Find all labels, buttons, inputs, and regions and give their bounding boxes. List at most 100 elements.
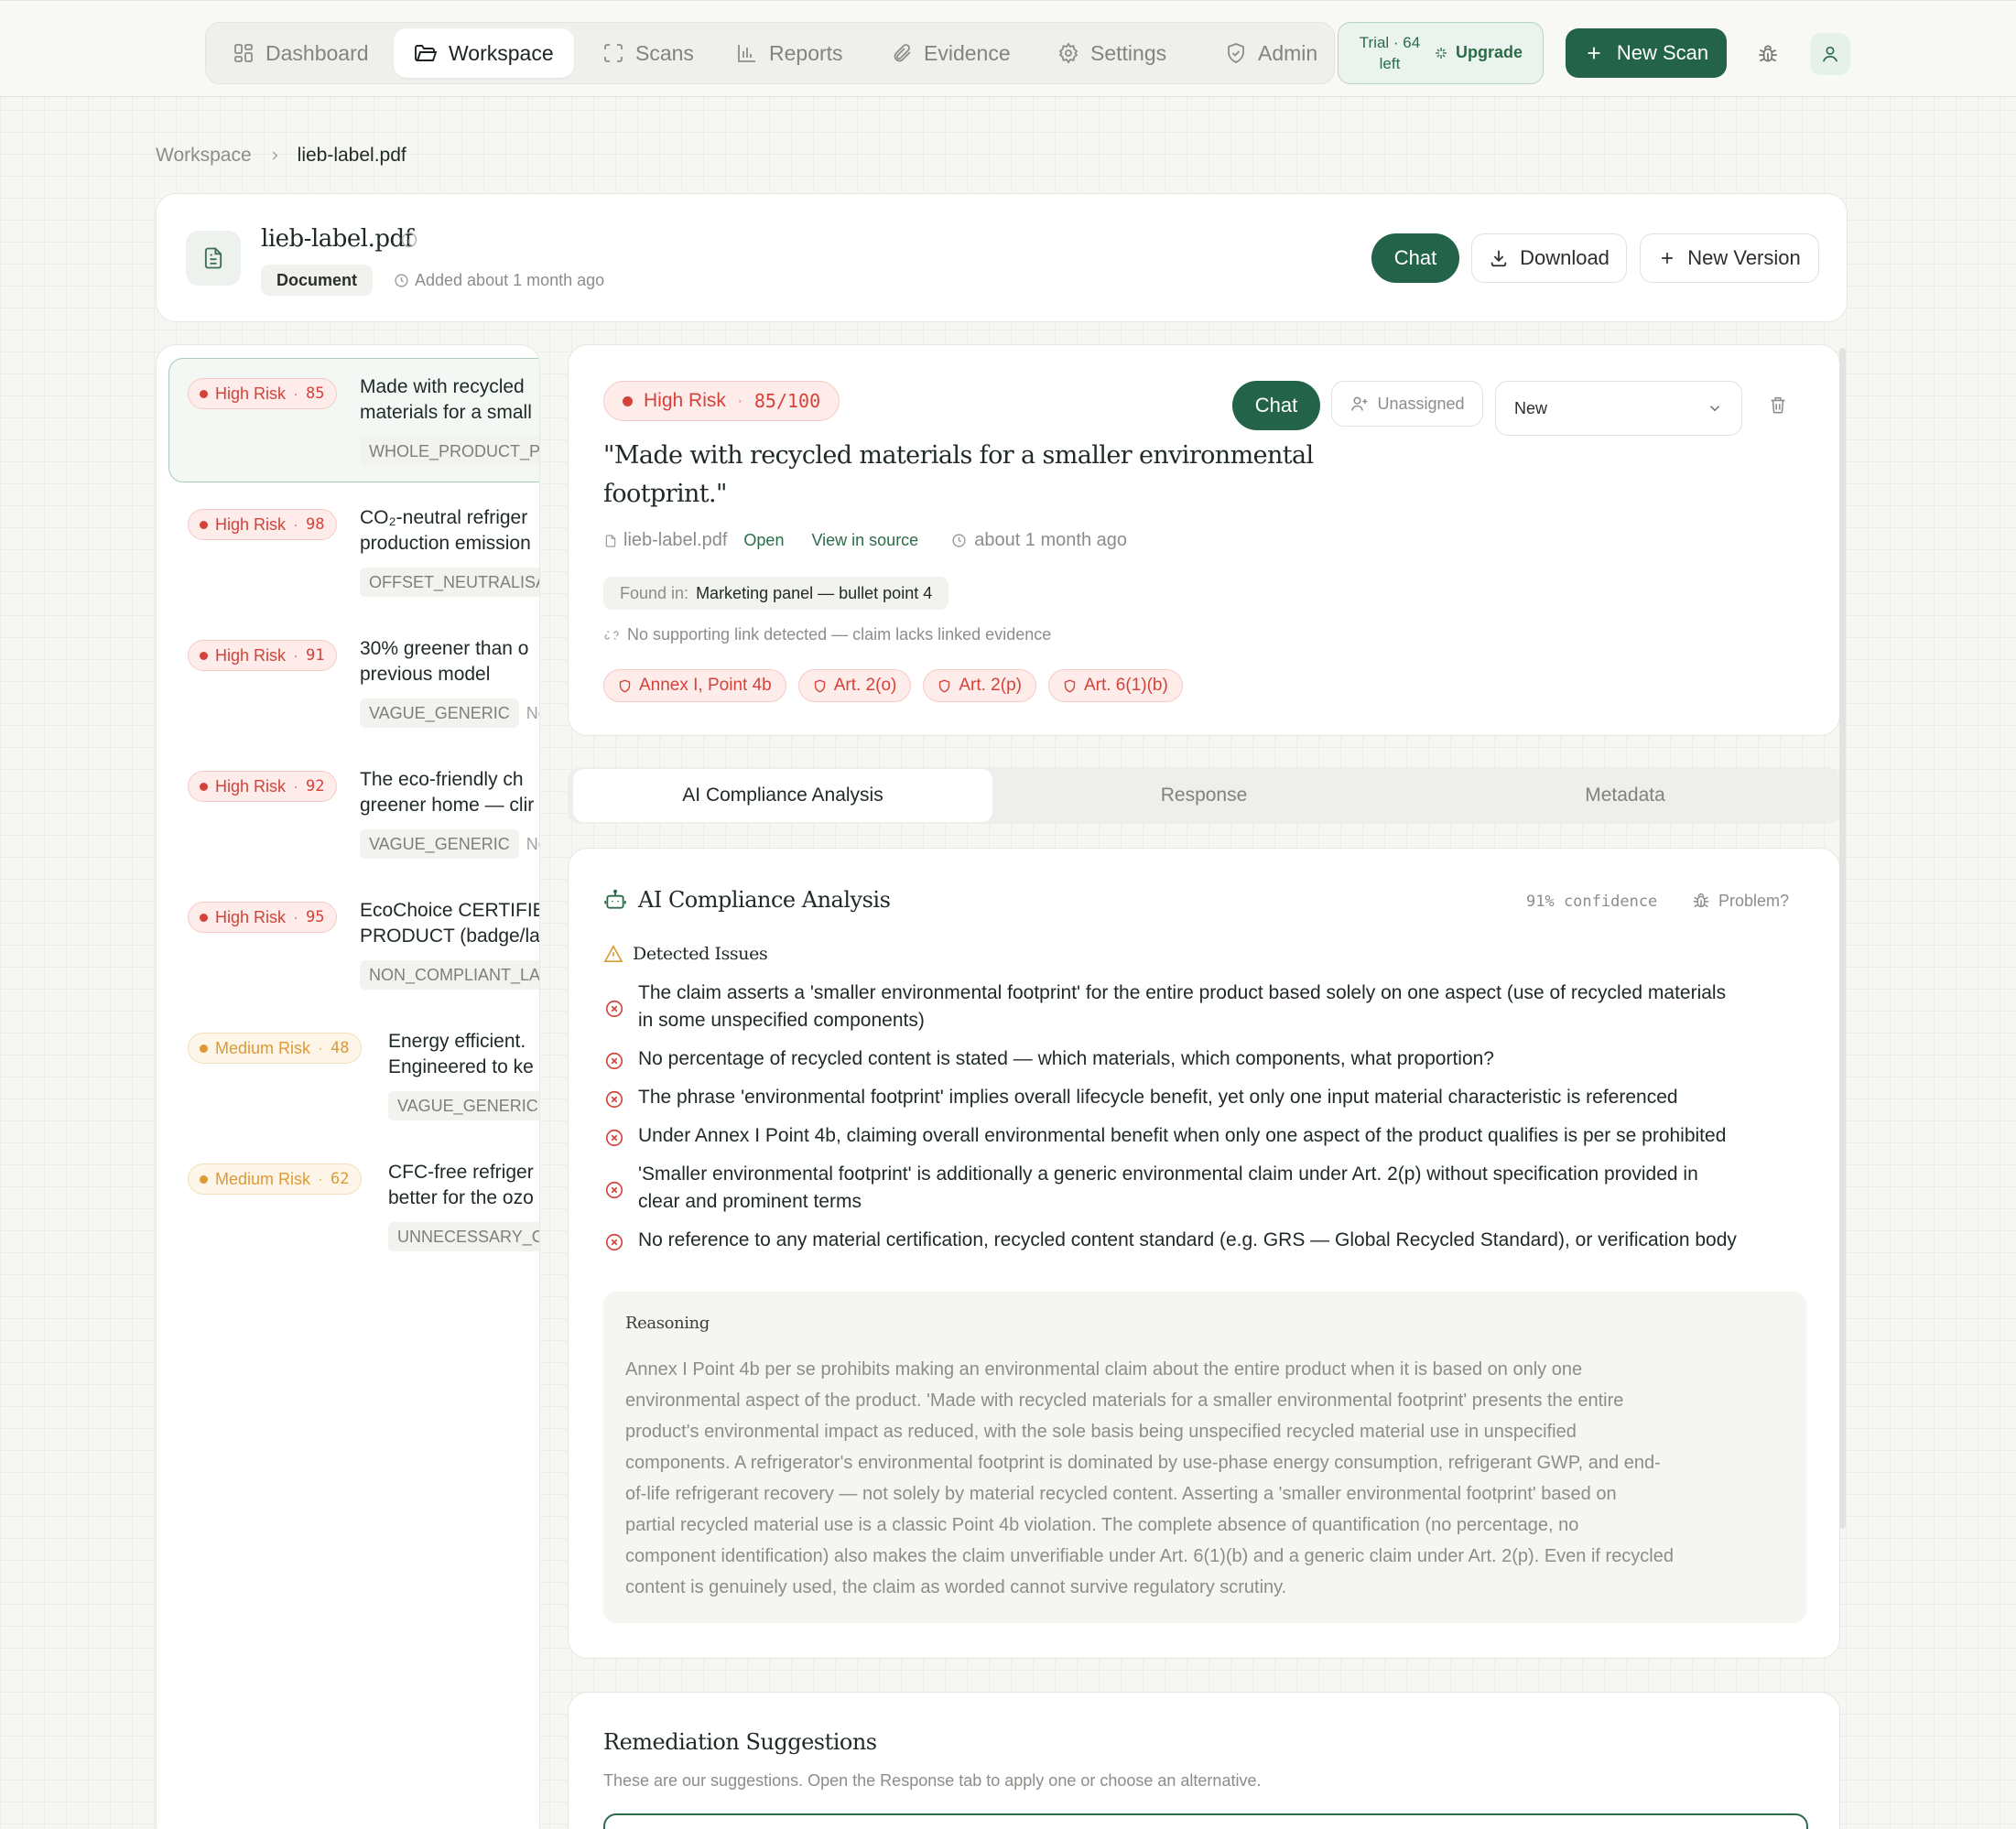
issue-text: Under Annex I Point 4b, claiming overall… [638, 1122, 1726, 1150]
claim-line: materials for a small [360, 402, 532, 423]
view-in-source-link[interactable]: View in source [811, 531, 918, 550]
robot-icon [603, 888, 627, 912]
quote-line: "Made with recycled materials for a smal… [603, 441, 1314, 470]
issue-line: No reference to any material certificati… [638, 1229, 1737, 1250]
reasoning-line: content is genuinely used, the claim as … [625, 1577, 1287, 1597]
risk-score: 85/100 [753, 390, 821, 412]
claim-list-item[interactable]: High Risk · 85 Made with recycled materi… [157, 363, 539, 482]
category-tag: NON_COMPLIANT_LA [360, 960, 539, 990]
nav-scans[interactable]: Scans [582, 28, 714, 78]
scan-icon [602, 42, 624, 64]
trial-upgrade-pill[interactable]: Trial · 64 left Upgrade [1338, 22, 1544, 84]
claim-list-item[interactable]: Medium Risk · 48 Energy efficient. Engin… [157, 1018, 539, 1137]
sparkle-icon [1434, 46, 1448, 60]
risk-dot [200, 1044, 208, 1053]
new-version-button[interactable]: New Version [1640, 233, 1819, 283]
paperclip-icon [891, 42, 913, 64]
issue-line: Under Annex I Point 4b, claiming overall… [638, 1125, 1727, 1146]
article-tag[interactable]: Annex I, Point 4b [603, 669, 786, 702]
claim-chat-button[interactable]: Chat [1232, 381, 1320, 430]
risk-label: High Risk [215, 384, 287, 403]
claim-text: CFC-free refriger better for the ozo [388, 1160, 534, 1211]
breadcrumb: Workspace lieb-label.pdf [156, 145, 406, 167]
document-chat-button[interactable]: Chat [1371, 233, 1459, 283]
claim-line: Engineered to ke [388, 1056, 534, 1077]
nav-reports[interactable]: Reports [716, 28, 863, 78]
nav-settings[interactable]: Settings [1037, 28, 1187, 78]
info-icon[interactable] [400, 231, 418, 249]
reasoning-line: component identification) also makes the… [625, 1546, 1674, 1566]
tab-label: AI Compliance Analysis [682, 785, 883, 806]
x-circle-icon [603, 1230, 625, 1254]
analysis-card: AI Compliance Analysis 91% confidence Pr… [568, 848, 1840, 1659]
user-avatar[interactable] [1810, 33, 1850, 75]
suggestion-option[interactable] [603, 1813, 1808, 1829]
article-tag[interactable]: Art. 2(o) [797, 669, 912, 702]
article-tag[interactable]: Art. 6(1)(b) [1047, 669, 1183, 702]
claim-line: EcoChoice CERTIFIE [360, 900, 540, 921]
risk-score: 62 [331, 1170, 350, 1188]
claim-meta: NON_COMPLIANT_LA [360, 960, 539, 990]
assignee-button[interactable]: Unassigned [1331, 381, 1483, 427]
user-icon [1820, 44, 1840, 64]
shield-icon [1225, 42, 1247, 64]
chat-label: Chat [1254, 394, 1298, 417]
nav-admin[interactable]: Admin [1205, 28, 1338, 78]
claim-list-item[interactable]: High Risk · 95 EcoChoice CERTIFIE PRODUC… [157, 887, 540, 1006]
assignee-label: Unassigned [1377, 394, 1465, 413]
quote-line: footprint." [603, 480, 727, 508]
status-select[interactable]: New [1495, 381, 1742, 436]
trial-remaining: Trial · 64 left [1355, 32, 1425, 74]
nav-dashboard[interactable]: Dashboard [212, 28, 389, 78]
chat-label: Chat [1393, 246, 1437, 269]
claim-list-item[interactable]: High Risk · 91 30% greener than o previo… [157, 625, 539, 744]
nav-label: Dashboard [266, 40, 369, 65]
claim-quote: "Made with recycled materials for a smal… [603, 437, 1314, 514]
risk-label: Medium Risk [215, 1038, 311, 1057]
separator: · [293, 384, 299, 403]
risk-score: 91 [306, 646, 325, 665]
analysis-header: AI Compliance Analysis [603, 887, 891, 913]
breadcrumb-parent[interactable]: Workspace [156, 145, 252, 167]
trial-line: Trial · 64 [1359, 34, 1421, 51]
detail-scrollbar[interactable] [1839, 348, 1846, 1529]
issue-line: 'Smaller environmental footprint' is add… [638, 1163, 1698, 1185]
claim-list-item[interactable]: High Risk · 92 The eco-friendly ch green… [157, 756, 539, 875]
trial-line: left [1379, 55, 1401, 72]
issue-text: No reference to any material certificati… [638, 1227, 1737, 1254]
report-problem-button[interactable]: Problem? [1691, 891, 1789, 911]
reasoning-title: Reasoning [625, 1314, 710, 1333]
x-circle-icon [603, 983, 625, 1034]
reasoning-line: components. A refrigerator's environment… [625, 1453, 1661, 1473]
tab-metadata[interactable]: Metadata [1415, 769, 1835, 822]
category-tag: OFFSET_NEUTRALISAT [360, 568, 539, 597]
document-title: lieb-label.pdf [261, 225, 413, 253]
open-link[interactable]: Open [743, 531, 784, 550]
issue-text: 'Smaller environmental footprint' is add… [638, 1161, 1698, 1216]
risk-label: High Risk [215, 514, 287, 534]
new-scan-button[interactable]: New Scan [1566, 28, 1727, 78]
download-label: Download [1520, 246, 1610, 269]
upgrade-button[interactable]: Upgrade [1434, 43, 1523, 62]
upgrade-label: Upgrade [1456, 43, 1523, 61]
risk-dot [200, 782, 208, 791]
tab-ai-compliance[interactable]: AI Compliance Analysis [573, 769, 992, 822]
claim-text: 30% greener than o previous model [360, 636, 528, 687]
claim-list-item[interactable]: Medium Risk · 62 CFC-free refriger bette… [157, 1149, 539, 1268]
claim-list-item[interactable]: High Risk · 98 CO₂-neutral refriger prod… [157, 494, 539, 613]
article-tag[interactable]: Art. 2(p) [923, 669, 1036, 702]
found-in-chip: Found in: Marketing panel — bullet point… [603, 577, 949, 610]
bug-icon[interactable] [1752, 38, 1783, 70]
tab-response[interactable]: Response [994, 769, 1414, 822]
folder-icon [414, 42, 438, 64]
download-button[interactable]: Download [1471, 233, 1627, 283]
nav-label: Evidence [924, 40, 1011, 65]
trash-icon[interactable] [1768, 395, 1788, 415]
tab-label: Response [1160, 785, 1248, 806]
nav-evidence[interactable]: Evidence [871, 28, 1031, 78]
shield-icon [618, 678, 632, 694]
claim-detail-card: High Risk · 85/100 Chat Unassigned New "… [568, 344, 1840, 736]
risk-badge: High Risk · 85 [188, 378, 337, 409]
separator: · [293, 514, 299, 534]
nav-workspace[interactable]: Workspace [394, 28, 574, 78]
